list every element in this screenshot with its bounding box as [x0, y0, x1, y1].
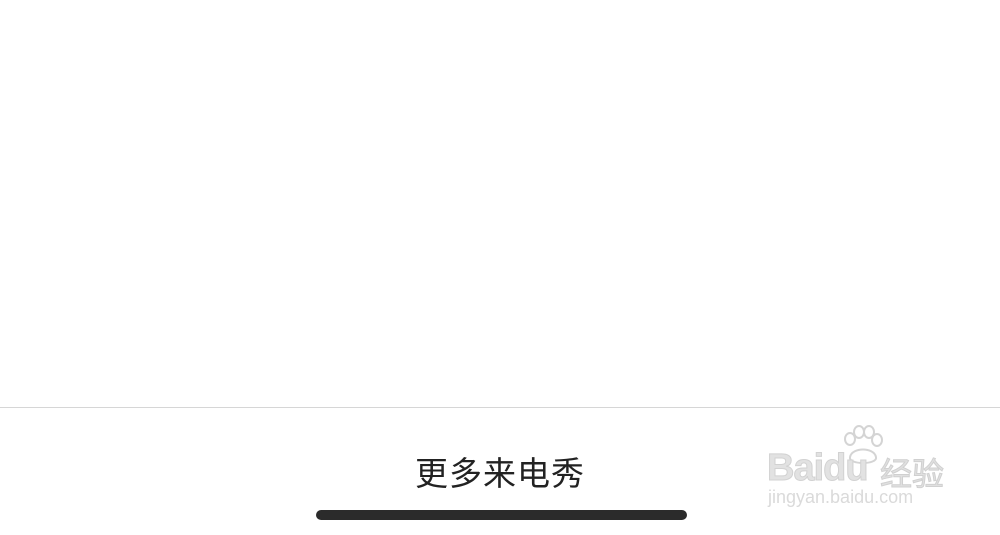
bottom-bar: 更多来电秀	[0, 408, 1000, 535]
content-area	[0, 0, 1000, 407]
home-indicator[interactable]	[316, 510, 687, 520]
more-caller-show-button[interactable]: 更多来电秀	[380, 448, 620, 494]
